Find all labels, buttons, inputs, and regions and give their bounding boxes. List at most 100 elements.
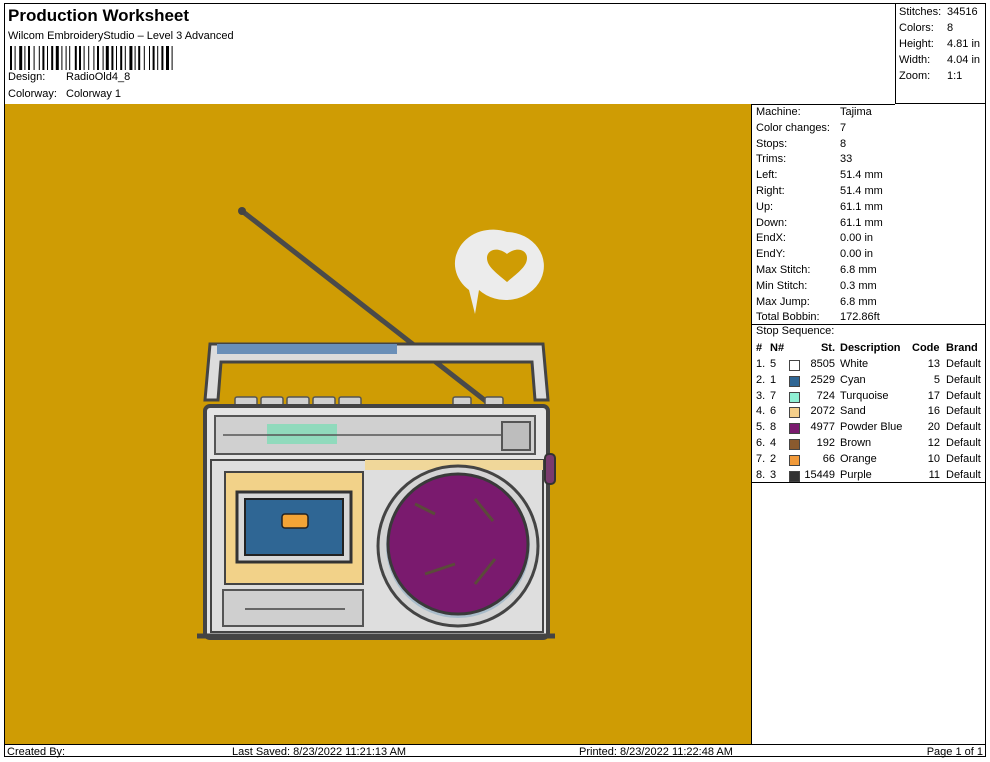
stop-brand: Default (946, 405, 981, 418)
stop-sequence-row: 7. 2 66 Orange 10 Default (752, 453, 986, 468)
created-by: Created By: (7, 746, 66, 758)
machine-info-row: Max Stitch: 6.8 mm (756, 264, 877, 279)
width-row: Width: 4.04 in (899, 54, 980, 66)
stop-description: Powder Blue (840, 421, 903, 434)
height-label: Height: (899, 38, 934, 50)
machine-info-row: EndY: 0.00 in (756, 248, 873, 263)
colorway-row: Colorway: Colorway 1 (8, 88, 121, 100)
machine-info-label: Up: (756, 200, 774, 213)
zoom-value: 1:1 (947, 70, 963, 82)
color-swatch-icon (789, 423, 800, 435)
stitches-value: 34516 (947, 6, 978, 18)
machine-info-value: 172.86ft (840, 311, 880, 324)
machine-info-row: Max Jump: 6.8 mm (756, 296, 877, 311)
stop-brand: Default (946, 452, 981, 465)
stop-brand: Default (946, 421, 981, 434)
design-preview[interactable] (5, 104, 751, 744)
col-n: N# (770, 342, 785, 354)
stop-sequence-row: 1. 5 8505 White 13 Default (752, 358, 986, 373)
stop-num: 8. (756, 468, 766, 481)
width-value: 4.04 in (947, 54, 981, 66)
stop-code: 13 (927, 358, 940, 370)
color-swatch-icon (789, 454, 800, 466)
machine-info-label: Stops: (756, 137, 788, 150)
machine-info-value: 61.1 mm (840, 216, 883, 229)
zoom-row: Zoom: 1:1 (899, 70, 962, 82)
stop-needle: 8 (770, 421, 777, 434)
stop-brand: Default (946, 358, 981, 370)
stop-description: Cyan (840, 373, 866, 386)
stop-code: 12 (927, 437, 940, 449)
color-swatch-icon (789, 439, 800, 450)
stop-stitches: 66 (822, 452, 835, 465)
color-swatch-icon (789, 407, 800, 419)
machine-info-value: 61.1 mm (840, 200, 883, 213)
machine-info-value: Tajima (840, 106, 872, 118)
machine-info-label: Max Stitch: (756, 264, 811, 276)
stop-sequence-divider (752, 482, 986, 483)
stop-description: Purple (840, 468, 872, 481)
last-saved: Last Saved: 8/23/2022 11:21:13 AM (232, 746, 407, 758)
col-num: # (756, 342, 763, 354)
machine-info-label: Trims: (756, 153, 787, 166)
stop-sequence-row: 3. 7 724 Turquoise 17 Default (752, 390, 986, 405)
machine-info-row: Trims: 33 (756, 153, 852, 168)
machine-info-row: Left: 51.4 mm (756, 169, 883, 184)
machine-info-row: Right: 51.4 mm (756, 185, 883, 200)
colors-value: 8 (947, 22, 954, 34)
color-swatch-icon (789, 375, 800, 387)
stop-description: White (840, 358, 869, 370)
stop-stitches: 8505 (810, 358, 835, 370)
page-title: Production Worksheet (8, 6, 190, 25)
machine-info-label: Min Stitch: (756, 279, 808, 292)
stop-stitches: 192 (816, 437, 835, 449)
stop-num: 6. (756, 437, 766, 449)
stop-description: Orange (840, 452, 877, 465)
stitches-label: Stitches: (899, 6, 942, 18)
col-code: Code (912, 342, 940, 354)
col-brand: Brand (946, 342, 978, 354)
stop-stitches: 2529 (810, 373, 835, 386)
width-label: Width: (899, 54, 931, 66)
stop-sequence-title: Stop Sequence: (752, 324, 986, 337)
machine-info-row: Min Stitch: 0.3 mm (756, 280, 877, 295)
stop-num: 2. (756, 373, 766, 386)
machine-info-value: 0.00 in (840, 248, 874, 261)
machine-info-value: 51.4 mm (840, 185, 883, 197)
stop-num: 1. (756, 358, 766, 370)
design-label: Design: (8, 71, 46, 83)
machine-info-row: EndX: 0.00 in (756, 232, 873, 247)
col-st: St. (820, 342, 835, 354)
color-swatch-icon (789, 360, 800, 371)
stop-description: Sand (840, 405, 866, 418)
col-description: Description (840, 342, 901, 354)
colorway-label: Colorway: (8, 88, 57, 100)
machine-info-label: EndX: (756, 232, 786, 245)
stop-description: Turquoise (840, 389, 889, 402)
machine-info-row: Down: 61.1 mm (756, 217, 883, 232)
machine-info-label: Total Bobbin: (756, 311, 820, 324)
stop-needle: 1 (770, 373, 777, 386)
zoom-label: Zoom: (899, 70, 931, 82)
stop-needle: 6 (770, 405, 777, 418)
stop-brand: Default (946, 389, 981, 402)
machine-info-label: EndY: (756, 248, 786, 261)
stop-code: 11 (928, 468, 940, 481)
stop-sequence-row: 6. 4 192 Brown 12 Default (752, 437, 986, 452)
stop-stitches: 2072 (810, 405, 835, 418)
machine-info-label: Right: (756, 185, 785, 197)
stop-code: 5 (933, 373, 940, 386)
machine-info-row: Machine: Tajima (756, 106, 872, 121)
stop-sequence-row: 5. 8 4977 Powder Blue 20 Default (752, 421, 986, 436)
machine-info-row: Stops: 8 (756, 138, 846, 153)
design-value: RadioOld4_8 (66, 71, 131, 83)
machine-info-value: 0.3 mm (840, 279, 877, 292)
colors-row: Colors: 8 (899, 22, 953, 34)
stop-needle: 2 (770, 452, 777, 465)
colors-label: Colors: (899, 22, 934, 34)
design-row: Design: RadioOld4_8 (8, 71, 130, 83)
stop-stitches: 4977 (810, 421, 835, 434)
barcode-icon (10, 46, 173, 70)
machine-info-label: Down: (756, 216, 788, 229)
stop-stitches: 15449 (804, 468, 835, 481)
